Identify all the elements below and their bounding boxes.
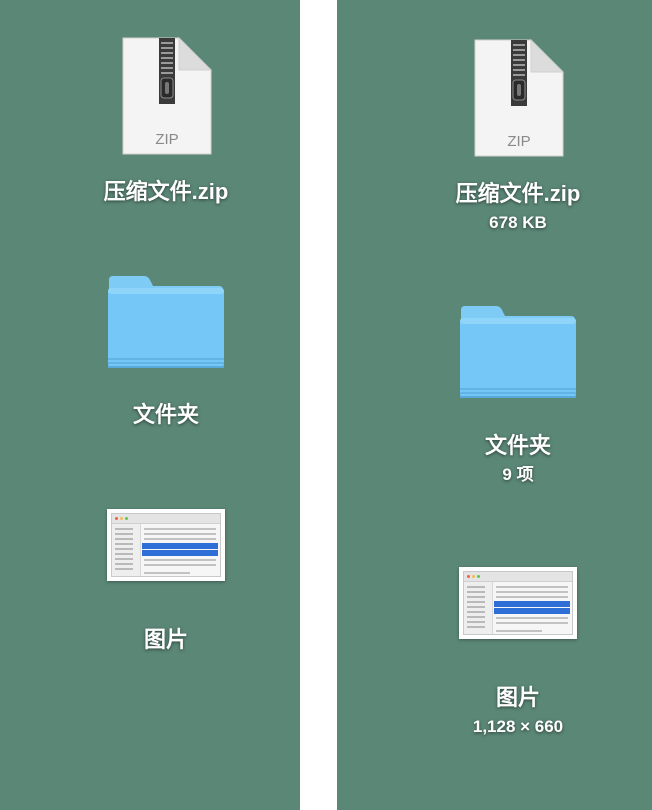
image-name: 图片 xyxy=(495,685,540,710)
desktop-pane-right: ZIP 压缩文件.zip 678 KB 文件夹 9 项 图片 1,128 × 6… xyxy=(337,0,652,810)
folder-name: 文件夹 xyxy=(484,433,551,458)
folder-item[interactable] xyxy=(106,274,226,370)
zip-file-size: 678 KB xyxy=(489,213,547,232)
folder-item[interactable] xyxy=(458,304,578,400)
zip-file-item[interactable]: ZIP xyxy=(121,36,213,156)
zip-file-name: 压缩文件.zip xyxy=(103,179,229,204)
zip-badge: ZIP xyxy=(155,131,179,148)
zip-file-name: 压缩文件.zip xyxy=(455,181,581,206)
folder-item-count: 9 项 xyxy=(502,465,534,484)
image-thumbnail-icon[interactable] xyxy=(459,567,577,639)
folder-icon xyxy=(108,276,224,368)
image-thumbnail-icon[interactable] xyxy=(107,509,225,581)
folder-name: 文件夹 xyxy=(132,402,199,427)
image-dimensions: 1,128 × 660 xyxy=(472,717,564,736)
zip-file-item[interactable]: ZIP xyxy=(473,38,565,158)
desktop-pane-left: ZIP 压缩文件.zip 文件夹 图片 xyxy=(0,0,300,810)
zip-badge: ZIP xyxy=(507,133,531,150)
image-name: 图片 xyxy=(143,627,188,652)
folder-icon xyxy=(460,306,576,398)
